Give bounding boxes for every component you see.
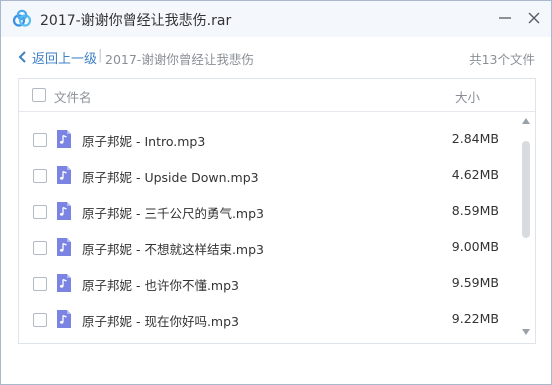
vertical-scrollbar[interactable] xyxy=(520,116,532,338)
audio-file-icon xyxy=(57,274,71,292)
back-button[interactable]: 返回上一级 xyxy=(17,48,98,67)
row-checkbox[interactable] xyxy=(33,133,47,147)
scroll-up-arrow-icon[interactable] xyxy=(522,118,530,124)
row-checkbox[interactable] xyxy=(33,205,47,219)
file-name: 原子邦妮 - Upside Down.mp3 xyxy=(82,170,259,185)
breadcrumb-current-folder: 2017-谢谢你曾经让我悲伤 xyxy=(105,52,254,67)
file-row[interactable]: 原子邦妮 - 也许你不懂.mp3 9.59MB xyxy=(19,265,519,301)
close-icon[interactable] xyxy=(523,7,545,29)
audio-file-icon xyxy=(57,130,71,148)
file-row[interactable]: 原子邦妮 - 三千公尺的勇气.mp3 8.59MB xyxy=(19,193,519,229)
file-row[interactable]: 原子邦妮 - 现在你好吗.mp3 9.22MB xyxy=(19,301,519,337)
audio-file-icon xyxy=(57,166,71,184)
file-size: 2.84MB xyxy=(451,131,499,146)
window-title: 2017-谢谢你曾经让我悲伤.rar xyxy=(40,13,232,29)
scroll-down-arrow-icon[interactable] xyxy=(522,329,530,335)
file-name: 原子邦妮 - Intro.mp3 xyxy=(82,134,206,149)
file-name: 原子邦妮 - 现在你好吗.mp3 xyxy=(82,314,239,329)
column-header-name[interactable]: 文件名 xyxy=(54,87,92,106)
baidu-netdisk-logo-icon xyxy=(12,9,32,27)
file-size: 8.59MB xyxy=(451,203,499,218)
row-checkbox[interactable] xyxy=(33,277,47,291)
file-count: 共13个文件 xyxy=(469,52,535,67)
file-list-header: 文件名 大小 xyxy=(19,79,535,112)
row-checkbox[interactable] xyxy=(33,169,47,183)
navigation-bar: 返回上一级 | 2017-谢谢你曾经让我悲伤 共13个文件 xyxy=(1,37,551,77)
file-size: 4.62MB xyxy=(451,167,499,182)
audio-file-icon xyxy=(57,202,71,220)
audio-file-icon xyxy=(57,238,71,256)
file-size: 9.22MB xyxy=(451,311,499,326)
select-all-checkbox[interactable] xyxy=(32,88,46,102)
file-size: 9.00MB xyxy=(451,239,499,254)
file-list-panel: 文件名 大小 原子邦妮 - Intro.mp3 2.84MB 原子邦妮 - Up… xyxy=(18,78,536,344)
minimize-icon[interactable] xyxy=(494,7,516,29)
breadcrumb-separator: | xyxy=(98,48,103,63)
title-bar: 2017-谢谢你曾经让我悲伤.rar xyxy=(1,1,551,37)
row-checkbox[interactable] xyxy=(33,313,47,327)
back-button-label: 返回上一级 xyxy=(32,51,98,67)
file-name: 原子邦妮 - 不想就这样结束.mp3 xyxy=(82,242,264,257)
file-size: 9.59MB xyxy=(451,275,499,290)
file-name: 原子邦妮 - 三千公尺的勇气.mp3 xyxy=(82,206,264,221)
row-checkbox[interactable] xyxy=(33,241,47,255)
column-header-size[interactable]: 大小 xyxy=(455,87,480,106)
scrollbar-thumb[interactable] xyxy=(522,141,530,238)
chevron-left-icon xyxy=(18,51,26,63)
file-name: 原子邦妮 - 也许你不懂.mp3 xyxy=(82,278,239,293)
file-list: 原子邦妮 - Intro.mp3 2.84MB 原子邦妮 - Upside Do… xyxy=(19,121,519,337)
audio-file-icon xyxy=(57,310,71,328)
file-row[interactable]: 原子邦妮 - Upside Down.mp3 4.62MB xyxy=(19,157,519,193)
file-row[interactable]: 原子邦妮 - 不想就这样结束.mp3 9.00MB xyxy=(19,229,519,265)
archive-preview-window: 2017-谢谢你曾经让我悲伤.rar 返回上一级 | 2017-谢谢你曾经让我悲… xyxy=(0,0,552,385)
file-row[interactable]: 原子邦妮 - Intro.mp3 2.84MB xyxy=(19,121,519,157)
